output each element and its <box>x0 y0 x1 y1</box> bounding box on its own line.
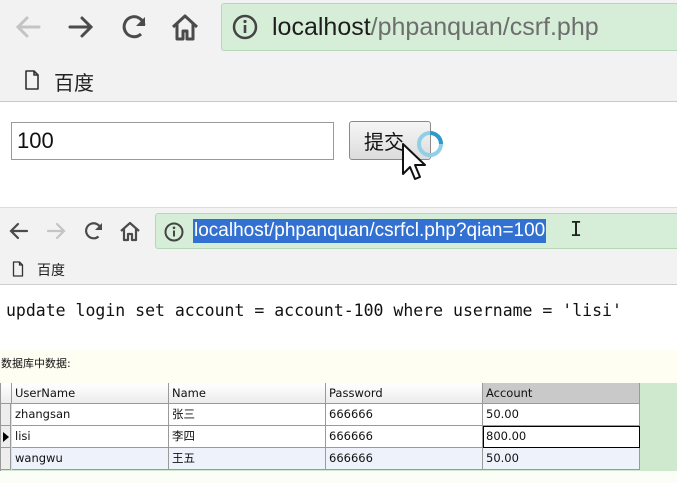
second-browser-toolbar: localhost/phpanquan/csrfcl.php?qian=100 … <box>0 207 677 255</box>
db-caption-bar: 数据库中数据: <box>0 350 677 383</box>
arrow-left-icon <box>15 16 41 38</box>
second-bookmark-baidu[interactable]: 百度 <box>37 260 65 280</box>
cell-password[interactable]: 666666 <box>326 448 483 470</box>
cell-password[interactable]: 666666 <box>326 404 483 426</box>
home-button[interactable] <box>167 9 203 45</box>
csrf-form: 提交 <box>0 102 677 207</box>
selected-url[interactable]: localhost/phpanquan/csrfcl.php?qian=100 <box>193 219 547 243</box>
grid-empty-area <box>641 383 677 471</box>
page-icon <box>12 261 24 277</box>
cell-password[interactable]: 666666 <box>326 426 483 448</box>
cell-username[interactable]: zhangsan <box>12 404 169 426</box>
sql-output-area: update login set account = account-100 w… <box>0 285 677 350</box>
info-icon[interactable] <box>164 222 184 242</box>
row-selector[interactable] <box>1 426 11 448</box>
cell-account-active[interactable]: 800.00 <box>483 426 640 448</box>
arrow-right-icon <box>68 16 94 38</box>
grid-header: UserName Name Password Account <box>1 383 642 404</box>
address-url: localhost/phpanquan/csrf.php <box>272 12 599 42</box>
bookmark-baidu[interactable]: 百度 <box>54 67 94 96</box>
address-bar[interactable]: localhost/phpanquan/csrf.php <box>221 3 677 51</box>
i-beam-icon: I <box>570 217 583 241</box>
second-bookmarks-bar: 百度 <box>0 255 677 285</box>
cell-username[interactable]: lisi <box>12 426 169 448</box>
reload-icon <box>85 222 103 240</box>
url-path: /phpanquan/csrf.php <box>370 13 599 41</box>
current-row-indicator-icon <box>3 432 9 442</box>
row-selector[interactable] <box>1 448 11 470</box>
amount-input[interactable] <box>11 122 334 160</box>
top-browser-toolbar: localhost/phpanquan/csrf.php <box>0 0 677 56</box>
cell-username[interactable]: wangwu <box>12 448 169 470</box>
column-header-account[interactable]: Account <box>483 383 640 404</box>
second-forward-button[interactable] <box>43 218 69 244</box>
arrow-left-icon <box>9 222 29 240</box>
column-header-username[interactable]: UserName <box>12 383 169 404</box>
second-address-bar[interactable]: localhost/phpanquan/csrfcl.php?qian=100 … <box>155 213 677 249</box>
back-button[interactable] <box>10 9 46 45</box>
row-selector[interactable] <box>1 404 11 426</box>
data-grid-area: UserName Name Password Account zhangsan … <box>0 383 677 483</box>
second-back-button[interactable] <box>6 218 32 244</box>
second-home-button[interactable] <box>117 218 143 244</box>
cell-name[interactable]: 李四 <box>169 426 326 448</box>
column-header-password[interactable]: Password <box>326 383 483 404</box>
url-host: localhost <box>272 13 371 41</box>
mouse-pointer-icon <box>402 143 426 180</box>
db-caption: 数据库中数据: <box>1 357 71 370</box>
bookmarks-bar: 百度 <box>0 56 677 102</box>
cell-name[interactable]: 王五 <box>169 448 326 470</box>
second-reload-button[interactable] <box>81 218 107 244</box>
home-icon <box>171 14 199 41</box>
sql-statement: update login set account = account-100 w… <box>6 301 622 320</box>
info-icon[interactable] <box>232 14 258 40</box>
cell-account[interactable]: 50.00 <box>483 404 640 426</box>
page-icon <box>25 70 39 90</box>
reload-icon <box>122 15 146 39</box>
data-grid[interactable]: UserName Name Password Account zhangsan … <box>0 383 641 471</box>
home-icon <box>120 221 140 242</box>
forward-button[interactable] <box>63 9 99 45</box>
cell-name[interactable]: 张三 <box>169 404 326 426</box>
reload-button[interactable] <box>117 9 153 45</box>
cell-account[interactable]: 50.00 <box>483 448 640 470</box>
header-corner <box>1 383 12 404</box>
arrow-right-icon <box>46 222 66 240</box>
column-header-name[interactable]: Name <box>169 383 326 404</box>
